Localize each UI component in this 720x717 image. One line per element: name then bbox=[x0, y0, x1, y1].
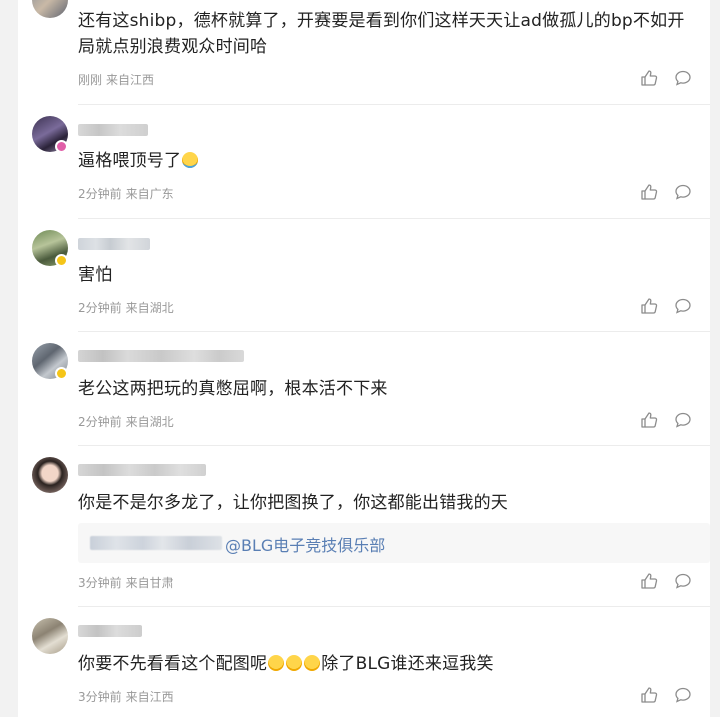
comment-item: 你是不是尔多龙了，让你把图换了，你这都能出错我的天 @BLG电子竞技俱乐部 3分… bbox=[18, 445, 710, 606]
comment-location: 来自江西 bbox=[125, 690, 174, 704]
thumbs-up-icon[interactable] bbox=[640, 572, 658, 590]
username[interactable] bbox=[78, 464, 206, 476]
comment-meta: 2分钟前 来自湖北 bbox=[78, 299, 174, 316]
comment-text: 老公这两把玩的真憋屈啊，根本活不下来 bbox=[78, 379, 388, 399]
avatar[interactable] bbox=[32, 618, 68, 654]
comment-meta: 2分钟前 来自湖北 bbox=[78, 413, 174, 430]
comment-text: 还有这shibp，德杯就算了，开赛要是看到你们这样天天让ad做孤儿的bp不如开局… bbox=[78, 11, 685, 57]
comment-bubble-icon[interactable] bbox=[674, 69, 692, 87]
laughing-face-emoji bbox=[286, 655, 303, 671]
comment-item: 逼格喂顶号了 2分钟前 来自广东 bbox=[18, 104, 710, 218]
username[interactable] bbox=[78, 238, 150, 250]
crying-face-emoji bbox=[182, 152, 199, 168]
comment-time: 刚刚 bbox=[78, 73, 103, 87]
comment-meta: 2分钟前 来自广东 bbox=[78, 185, 174, 202]
comment-bubble-icon[interactable] bbox=[674, 411, 692, 429]
comment-list: 还有这shibp，德杯就算了，开赛要是看到你们这样天天让ad做孤儿的bp不如开局… bbox=[18, 0, 710, 717]
verified-badge-icon bbox=[55, 367, 68, 380]
thumbs-up-icon[interactable] bbox=[640, 297, 658, 315]
comment-text: 逼格喂顶号了 bbox=[78, 148, 694, 174]
comment-location: 来自甘肃 bbox=[125, 576, 174, 590]
mention-link[interactable]: @BLG电子竞技俱乐部 bbox=[225, 532, 385, 556]
comment-item: 你要不先看看这个配图呢 除了BLG谁还来逗我笑 3分钟前 来自江西 bbox=[18, 606, 710, 717]
comment-text: 你是不是尔多龙了，让你把图换了，你这都能出错我的天 bbox=[78, 493, 508, 513]
comment-meta: 3分钟前 来自江西 bbox=[78, 688, 174, 705]
thumbs-up-icon[interactable] bbox=[640, 411, 658, 429]
comment-time: 3分钟前 bbox=[78, 690, 122, 704]
quoted-reply[interactable]: @BLG电子竞技俱乐部 bbox=[78, 523, 710, 563]
comment-bubble-icon[interactable] bbox=[674, 686, 692, 704]
comment-bubble-icon[interactable] bbox=[674, 183, 692, 201]
comment-time: 2分钟前 bbox=[78, 301, 122, 315]
comment-text: 害怕 bbox=[78, 265, 113, 285]
comment-time: 2分钟前 bbox=[78, 187, 122, 201]
comment-time: 3分钟前 bbox=[78, 576, 122, 590]
comment-meta: 3分钟前 来自甘肃 bbox=[78, 574, 174, 591]
comment-location: 来自江西 bbox=[106, 73, 155, 87]
verified-badge-icon bbox=[55, 140, 68, 153]
comment-location: 来自湖北 bbox=[125, 301, 174, 315]
avatar[interactable] bbox=[32, 457, 68, 493]
username[interactable] bbox=[78, 625, 142, 637]
laughing-face-emoji bbox=[268, 655, 285, 671]
comment-bubble-icon[interactable] bbox=[674, 297, 692, 315]
verified-badge-icon bbox=[55, 254, 68, 267]
comment-text-after: 除了BLG谁还来逗我笑 bbox=[321, 654, 494, 674]
laughing-face-emoji bbox=[304, 655, 321, 671]
comment-meta: 刚刚 来自江西 bbox=[78, 71, 154, 88]
comment-location: 来自湖北 bbox=[125, 415, 174, 429]
comment-item: 老公这两把玩的真憋屈啊，根本活不下来 2分钟前 来自湖北 bbox=[18, 331, 710, 445]
comment-time: 2分钟前 bbox=[78, 415, 122, 429]
comment-text: 你要不先看看这个配图呢 除了BLG谁还来逗我笑 bbox=[78, 651, 694, 677]
avatar[interactable] bbox=[32, 0, 68, 18]
comment-location: 来自广东 bbox=[125, 187, 174, 201]
comment-text-before: 你要不先看看这个配图呢 bbox=[78, 654, 268, 674]
comment-item: 害怕 2分钟前 来自湖北 bbox=[18, 218, 710, 331]
username[interactable] bbox=[78, 124, 148, 136]
comment-item: 还有这shibp，德杯就算了，开赛要是看到你们这样天天让ad做孤儿的bp不如开局… bbox=[18, 0, 710, 104]
comment-bubble-icon[interactable] bbox=[674, 572, 692, 590]
thumbs-up-icon[interactable] bbox=[640, 183, 658, 201]
thumbs-up-icon[interactable] bbox=[640, 686, 658, 704]
comment-text-body: 逼格喂顶号了 bbox=[78, 151, 182, 171]
username[interactable] bbox=[78, 350, 244, 362]
blurred-quoted-text bbox=[90, 536, 222, 550]
thumbs-up-icon[interactable] bbox=[640, 69, 658, 87]
